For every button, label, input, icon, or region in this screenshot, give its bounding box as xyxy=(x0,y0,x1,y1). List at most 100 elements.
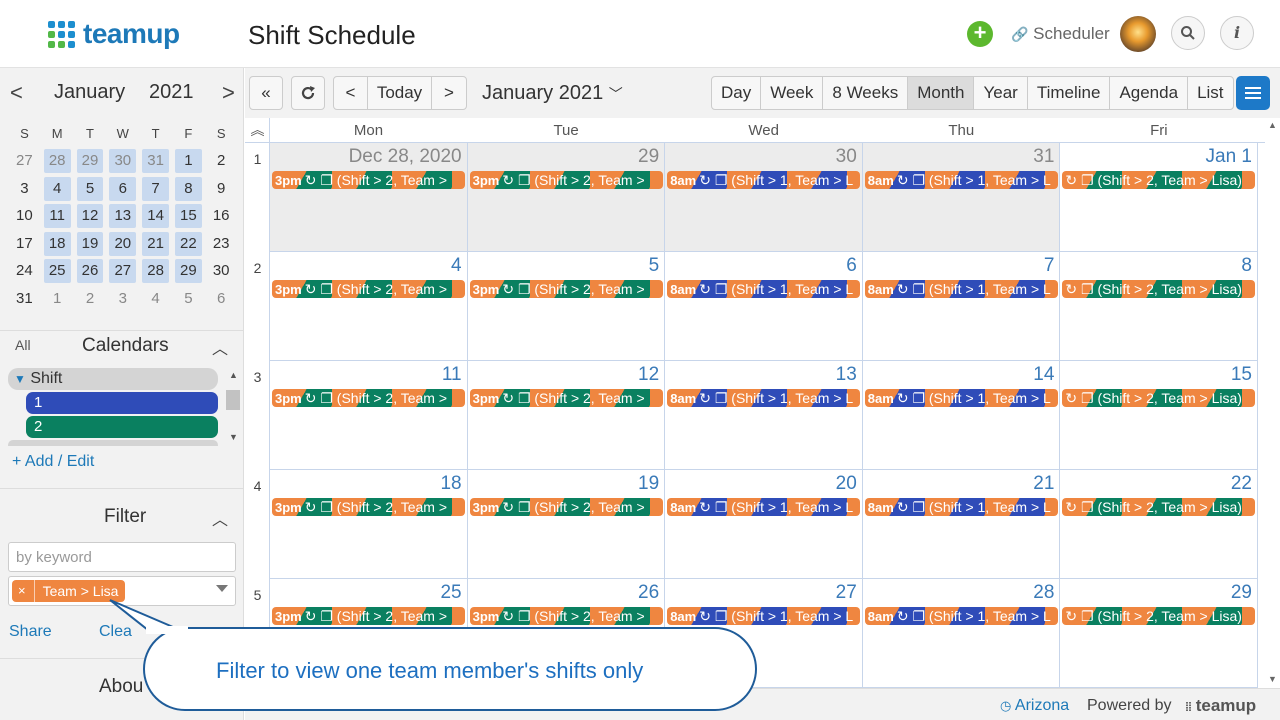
shift-event[interactable]: 8am ↻ ❐ (Shift > 1, Team > L xyxy=(667,280,861,298)
shift-event[interactable]: 8am ↻ ❐ (Shift > 1, Team > L xyxy=(864,171,1058,189)
shift-event[interactable]: ↻ ❐ (Shift > 2, Team > Lisa) xyxy=(1062,389,1256,407)
mini-day[interactable]: 19 xyxy=(74,231,107,256)
today-button[interactable]: Today xyxy=(368,77,432,109)
shift-event[interactable]: 3pm ↻ ❐ (Shift > 2, Team > xyxy=(272,280,465,298)
shift-event[interactable]: 8am ↻ ❐ (Shift > 1, Team > L xyxy=(667,607,861,625)
day-number[interactable]: 12 xyxy=(638,364,659,386)
main-menu-button[interactable] xyxy=(1236,76,1270,110)
chevron-up-icon[interactable]: ︿ xyxy=(212,506,228,530)
calendar-folder-shift[interactable]: ▼ Shift xyxy=(8,368,218,390)
keyword-filter-input[interactable] xyxy=(8,542,236,572)
week-number[interactable]: 1 xyxy=(245,151,270,167)
info-button[interactable]: i xyxy=(1220,16,1254,50)
mini-day[interactable]: 30 xyxy=(106,149,139,174)
day-number[interactable]: 20 xyxy=(836,473,857,495)
day-number[interactable]: Dec 28, 2020 xyxy=(349,146,462,168)
view-timeline-button[interactable]: Timeline xyxy=(1028,77,1111,109)
day-cell[interactable]: 29 ↻ ❐ (Shift > 2, Team > Lisa) xyxy=(1060,579,1258,688)
mini-day[interactable]: 2 xyxy=(205,149,238,173)
shift-event[interactable]: 8am ↻ ❐ (Shift > 1, Team > L xyxy=(864,280,1058,298)
mini-day[interactable]: 5 xyxy=(172,287,205,311)
day-number[interactable]: 7 xyxy=(1044,255,1055,277)
scheduler-link[interactable]: 🔗 Scheduler xyxy=(1011,24,1110,44)
calendar-item-2[interactable]: 2 xyxy=(26,416,218,438)
day-cell[interactable]: 21 8am ↻ ❐ (Shift > 1, Team > L xyxy=(862,470,1061,579)
mini-day[interactable]: 11 xyxy=(41,204,74,229)
mini-day[interactable]: 3 xyxy=(106,287,139,311)
day-number[interactable]: 21 xyxy=(1033,473,1054,495)
day-number[interactable]: 15 xyxy=(1231,364,1252,386)
remove-tag-icon[interactable]: × xyxy=(18,580,35,602)
day-number[interactable]: 8 xyxy=(1241,255,1252,277)
mini-day[interactable]: 29 xyxy=(74,149,107,174)
week-number[interactable]: 4 xyxy=(245,478,270,494)
day-cell[interactable]: 12 3pm ↻ ❐ (Shift > 2, Team > xyxy=(467,361,666,470)
mini-day[interactable]: 12 xyxy=(74,204,107,229)
day-cell[interactable]: Jan 1 ↻ ❐ (Shift > 2, Team > Lisa) xyxy=(1060,143,1258,252)
jump-back-button[interactable]: « xyxy=(249,76,283,110)
view-agenda-button[interactable]: Agenda xyxy=(1110,77,1189,109)
shift-event[interactable]: 3pm ↻ ❐ (Shift > 2, Team > xyxy=(469,389,663,407)
teamup-logo[interactable]: teamup xyxy=(48,18,180,50)
mini-day[interactable]: 18 xyxy=(41,231,74,256)
view-year-button[interactable]: Year xyxy=(974,77,1028,109)
mini-day[interactable]: 23 xyxy=(205,232,238,256)
view-week-button[interactable]: Week xyxy=(761,77,824,109)
mini-day[interactable]: 20 xyxy=(106,231,139,256)
shift-event[interactable]: 3pm ↻ ❐ (Shift > 2, Team > xyxy=(469,280,663,298)
day-cell[interactable]: 31 8am ↻ ❐ (Shift > 1, Team > L xyxy=(862,143,1061,252)
shift-event[interactable]: ↻ ❐ (Shift > 2, Team > Lisa) xyxy=(1062,498,1256,516)
day-number[interactable]: 28 xyxy=(1033,582,1054,604)
mini-day[interactable]: 29 xyxy=(172,259,205,284)
day-cell[interactable]: 28 8am ↻ ❐ (Shift > 1, Team > L xyxy=(862,579,1061,688)
day-number[interactable]: 18 xyxy=(440,473,461,495)
next-period-button[interactable]: > xyxy=(432,77,466,109)
day-number[interactable]: 29 xyxy=(1231,582,1252,604)
day-cell[interactable]: 13 8am ↻ ❐ (Shift > 1, Team > L xyxy=(665,361,863,470)
day-cell[interactable]: 15 ↻ ❐ (Shift > 2, Team > Lisa) xyxy=(1060,361,1258,470)
mini-day[interactable]: 14 xyxy=(139,204,172,229)
mini-day[interactable]: 4 xyxy=(139,287,172,311)
view-month-button[interactable]: Month xyxy=(908,77,975,109)
mini-day[interactable]: 1 xyxy=(41,287,74,311)
day-number[interactable]: 27 xyxy=(836,582,857,604)
mini-day[interactable]: 8 xyxy=(172,176,205,201)
day-cell[interactable]: 29 3pm ↻ ❐ (Shift > 2, Team > xyxy=(467,143,666,252)
mini-day[interactable]: 1 xyxy=(172,149,205,174)
shift-event[interactable]: 8am ↻ ❐ (Shift > 1, Team > L xyxy=(864,498,1058,516)
week-number[interactable]: 5 xyxy=(245,587,270,603)
day-cell[interactable]: 11 3pm ↻ ❐ (Shift > 2, Team > xyxy=(270,361,468,470)
day-cell[interactable]: 8 ↻ ❐ (Shift > 2, Team > Lisa) xyxy=(1060,252,1258,361)
shift-event[interactable]: 8am ↻ ❐ (Shift > 1, Team > L xyxy=(667,498,861,516)
scroll-up-icon[interactable]: ▲ xyxy=(1268,120,1277,130)
day-number[interactable]: 11 xyxy=(442,364,462,386)
mini-next-month-button[interactable]: > xyxy=(222,80,235,106)
day-cell[interactable]: 19 3pm ↻ ❐ (Shift > 2, Team > xyxy=(467,470,666,579)
add-edit-calendars-link[interactable]: + Add / Edit xyxy=(12,453,94,471)
day-cell[interactable]: 30 8am ↻ ❐ (Shift > 1, Team > L xyxy=(665,143,863,252)
shift-event[interactable]: 8am ↻ ❐ (Shift > 1, Team > L xyxy=(864,607,1058,625)
day-cell[interactable]: 5 3pm ↻ ❐ (Shift > 2, Team > xyxy=(467,252,666,361)
mini-day[interactable]: 9 xyxy=(205,177,238,201)
day-number[interactable]: 6 xyxy=(846,255,857,277)
share-filter-link[interactable]: Share xyxy=(9,623,52,641)
shift-event[interactable]: ↻ ❐ (Shift > 2, Team > Lisa) xyxy=(1062,607,1256,625)
day-number[interactable]: 29 xyxy=(638,146,659,168)
avatar[interactable] xyxy=(1120,16,1156,52)
mini-day[interactable]: 28 xyxy=(41,149,74,174)
prev-period-button[interactable]: < xyxy=(334,77,368,109)
scroll-down-icon[interactable]: ▼ xyxy=(229,432,238,442)
shift-event[interactable]: 3pm ↻ ❐ (Shift > 2, Team > xyxy=(272,389,465,407)
day-number[interactable]: 5 xyxy=(649,255,660,277)
shift-event[interactable]: 3pm ↻ ❐ (Shift > 2, Team > xyxy=(469,498,663,516)
period-title-dropdown[interactable]: January 2021 ﹀ xyxy=(482,82,623,105)
mini-year-label[interactable]: 2021 xyxy=(149,81,194,104)
mini-day[interactable]: 24 xyxy=(8,259,41,283)
mini-day[interactable]: 31 xyxy=(139,149,172,174)
shift-event[interactable]: 3pm ↻ ❐ (Shift > 2, Team > xyxy=(469,171,663,189)
mini-day[interactable]: 5 xyxy=(74,176,107,201)
calendar-folder-partial[interactable] xyxy=(8,440,218,446)
mini-day[interactable]: 15 xyxy=(172,204,205,229)
day-number[interactable]: 25 xyxy=(440,582,461,604)
refresh-button[interactable] xyxy=(291,76,325,110)
